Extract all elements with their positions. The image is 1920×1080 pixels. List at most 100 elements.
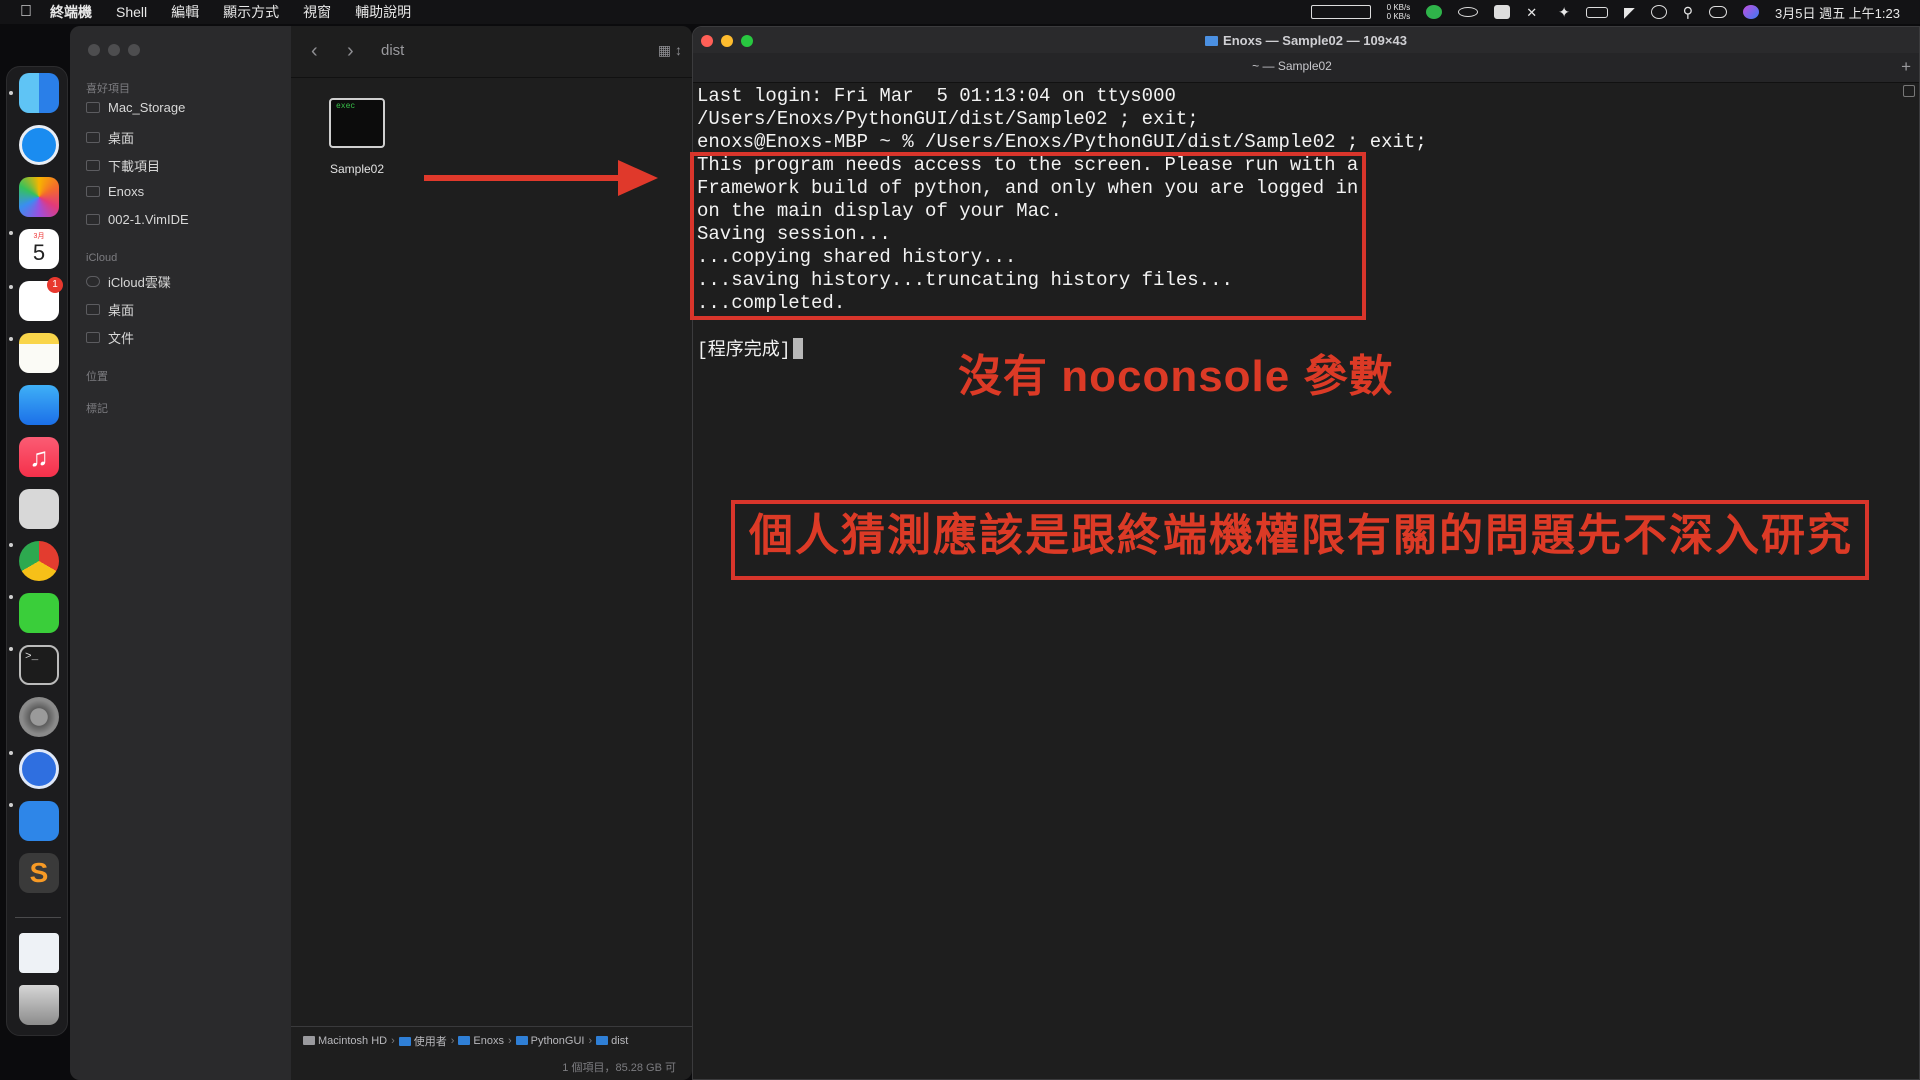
- annotation-highlight-box: [690, 152, 1366, 320]
- back-button[interactable]: ‹: [311, 40, 318, 63]
- sidebar-item-documents[interactable]: 文件: [86, 328, 134, 347]
- line-status-icon[interactable]: [1426, 5, 1443, 19]
- path-label: 使用者: [413, 1035, 447, 1048]
- input-source-icon[interactable]: [1494, 5, 1511, 19]
- menu-view[interactable]: 顯示方式: [223, 2, 279, 22]
- folder-title: dist: [381, 42, 405, 59]
- finder-sidebar: 喜好項目 Mac_Storage 桌面 下載項目 Enoxs 002-1.Vim…: [70, 26, 291, 1080]
- network-speed[interactable]: 0 KB/s 0 KB/s: [1387, 3, 1411, 21]
- process-completed-text: [程序完成]: [697, 341, 791, 361]
- cpu-monitor-icon[interactable]: [1310, 5, 1371, 19]
- path-item[interactable]: Enoxs: [458, 1035, 504, 1047]
- sidebar-item-icloud-drive[interactable]: iCloud雲碟: [86, 272, 171, 291]
- sidebar-item-icloud-desktop[interactable]: 桌面: [86, 300, 134, 319]
- calculator-icon[interactable]: [19, 489, 59, 529]
- sidebar-item-vimide[interactable]: 002-1.VimIDE: [86, 212, 189, 227]
- sidebar-item-mac-storage[interactable]: Mac_Storage: [86, 100, 185, 115]
- menu-window[interactable]: 視窗: [303, 2, 331, 22]
- do-not-disturb-icon[interactable]: ✕: [1526, 5, 1542, 20]
- menu-help[interactable]: 輔助說明: [355, 2, 411, 22]
- dock: 3月 5 1 ♫ >_ S: [6, 66, 68, 1036]
- menu-clock[interactable]: 3月5日 週五 上午1:23: [1775, 3, 1900, 22]
- calendar-day: 5: [32, 240, 46, 265]
- path-item[interactable]: Macintosh HD: [303, 1035, 387, 1047]
- mail-icon[interactable]: [19, 385, 59, 425]
- bluetooth-icon[interactable]: ✦: [1558, 4, 1570, 21]
- net-down-speed: 0 KB/s: [1386, 12, 1411, 21]
- folder-icon: [86, 132, 100, 143]
- exec-label: exec: [336, 102, 356, 111]
- menu-shell[interactable]: Shell: [116, 4, 147, 20]
- terminal-line: enoxs@Enoxs-MBP ~ % /Users/Enoxs/PythonG…: [697, 131, 1427, 153]
- folder-icon: [86, 214, 100, 225]
- path-item[interactable]: 使用者: [398, 1033, 447, 1049]
- line-icon[interactable]: [19, 593, 59, 633]
- menu-app-name[interactable]: 終端機: [50, 2, 92, 22]
- reminders-badge: 1: [47, 277, 63, 293]
- folder-icon: [86, 332, 100, 343]
- sidebar-item-desktop[interactable]: 桌面: [86, 128, 134, 147]
- sidebar-item-downloads[interactable]: 下載項目: [86, 156, 160, 175]
- calendar-icon[interactable]: 3月 5: [19, 229, 59, 269]
- running-indicator: [9, 91, 13, 95]
- sublime-text-icon[interactable]: S: [19, 853, 59, 893]
- sidebar-section-tags: 標記: [86, 403, 108, 415]
- spotlight-search-icon[interactable]: ⚲: [1683, 4, 1693, 21]
- photos-icon[interactable]: [19, 177, 59, 217]
- file-name[interactable]: Sample02: [309, 162, 405, 176]
- chrome-icon[interactable]: [19, 541, 59, 581]
- scroll-indicator[interactable]: [1903, 85, 1915, 97]
- sidebar-item-label: 桌面: [108, 303, 135, 318]
- path-label: PythonGUI: [530, 1034, 585, 1047]
- zoom-button[interactable]: [128, 44, 140, 56]
- view-options-icon[interactable]: ▦ ↕: [658, 42, 682, 59]
- folder-icon: [515, 1036, 528, 1046]
- reminders-icon[interactable]: 1: [19, 277, 63, 321]
- zip-archive-icon[interactable]: [19, 933, 59, 973]
- new-tab-button[interactable]: +: [1901, 57, 1911, 77]
- apple-menu-icon[interactable]: : [20, 3, 48, 21]
- home-icon: [86, 186, 100, 197]
- sidebar-item-home[interactable]: Enoxs: [86, 184, 144, 199]
- menu-edit[interactable]: 編輯: [171, 2, 199, 22]
- user-icon[interactable]: [1650, 5, 1667, 19]
- battery-icon[interactable]: [1585, 6, 1608, 18]
- sidebar-section-icloud: iCloud: [86, 252, 118, 264]
- status-bar: 1 個項目，85.28 GB 可: [562, 1062, 676, 1074]
- tab-sample02[interactable]: ~ — Sample02: [693, 59, 1891, 73]
- music-icon[interactable]: ♫: [19, 437, 59, 477]
- minimize-button[interactable]: [108, 44, 120, 56]
- path-label: Macintosh HD: [318, 1034, 388, 1047]
- sidebar-item-label: 002-1.VimIDE: [108, 212, 189, 227]
- finder-icon[interactable]: [19, 73, 59, 113]
- window-title-text: Enoxs — Sample02 — 109×43: [1223, 33, 1407, 48]
- close-button[interactable]: [88, 44, 100, 56]
- path-bar: Macintosh HD › 使用者 › Enoxs › PythonGUI ›…: [291, 1026, 692, 1054]
- chevron-right-icon: ›: [450, 1034, 455, 1047]
- notes-icon[interactable]: [19, 333, 59, 373]
- sidebar-item-label: 桌面: [108, 131, 135, 146]
- siri-icon[interactable]: [1743, 5, 1759, 19]
- one-password-icon[interactable]: [19, 749, 59, 789]
- folder-icon: [596, 1036, 609, 1046]
- running-indicator: [9, 337, 13, 341]
- safari-icon[interactable]: [19, 125, 59, 165]
- trash-icon[interactable]: [19, 985, 59, 1025]
- running-indicator: [9, 647, 13, 651]
- terminal-titlebar[interactable]: Enoxs — Sample02 — 109×43: [693, 27, 1919, 53]
- running-indicator: [9, 803, 13, 807]
- glasses-icon[interactable]: [1458, 7, 1479, 17]
- annotation-no-console-text: 沒有 noconsole 參數: [958, 352, 1394, 401]
- control-center-icon[interactable]: [1709, 6, 1727, 18]
- path-item[interactable]: dist: [596, 1035, 628, 1047]
- exec-file-icon[interactable]: exec: [329, 98, 385, 148]
- window-title: Enoxs — Sample02 — 109×43: [693, 33, 1919, 48]
- terminal-icon[interactable]: >_: [19, 645, 59, 685]
- system-preferences-icon[interactable]: [19, 697, 59, 737]
- status-menus: 0 KB/s 0 KB/s ✕ ✦ ◤ ⚲ 3月5日 週五 上午1:23: [1310, 0, 1900, 24]
- wifi-icon[interactable]: ◤: [1624, 4, 1635, 21]
- path-item[interactable]: PythonGUI: [515, 1034, 585, 1047]
- keynote-icon[interactable]: [19, 801, 59, 841]
- sidebar-item-label: Enoxs: [108, 184, 145, 199]
- forward-button[interactable]: ›: [347, 40, 354, 63]
